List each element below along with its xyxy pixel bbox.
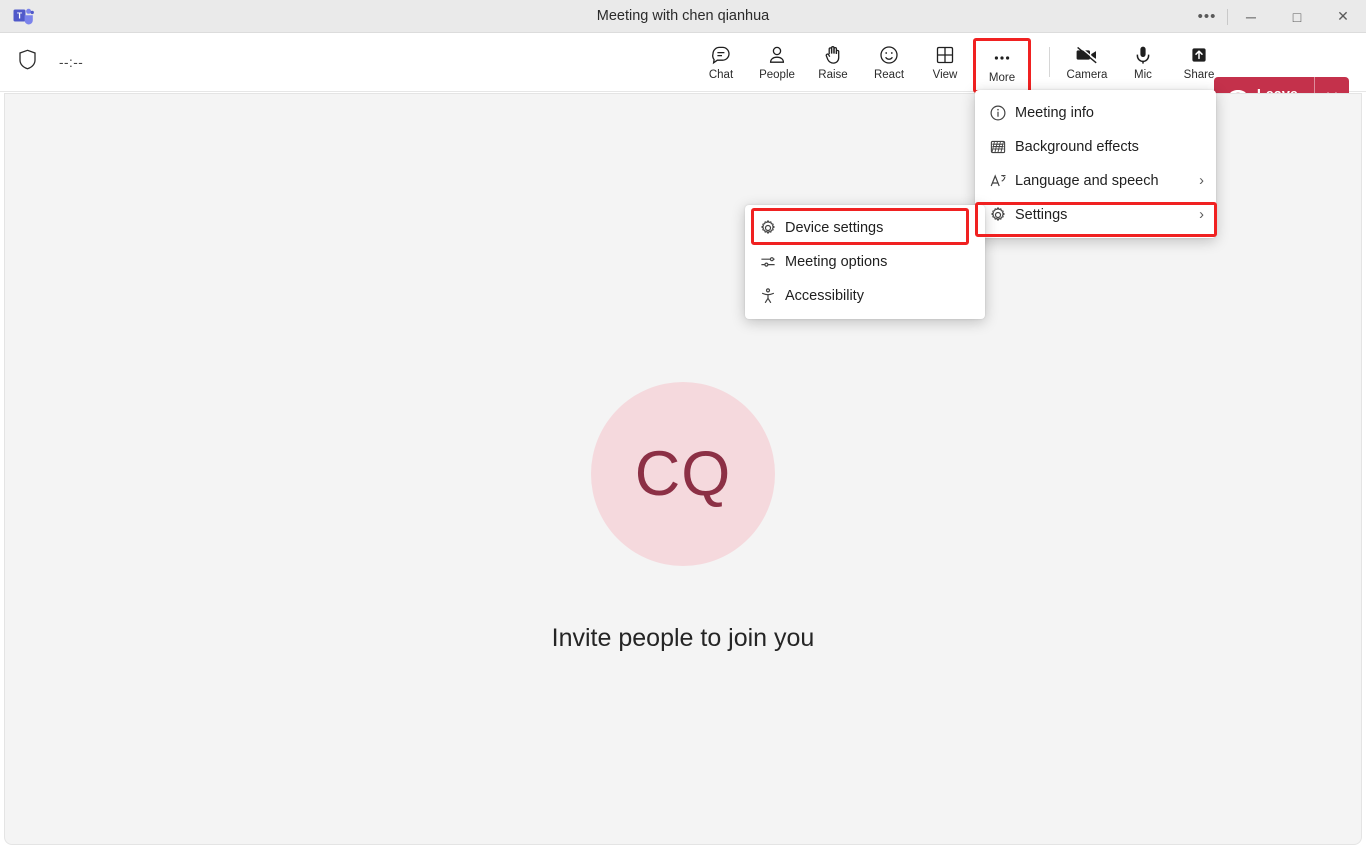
info-circle-icon: [989, 104, 1015, 122]
more-menu: Meeting info Background effects Language…: [975, 90, 1216, 238]
accessibility-icon: [759, 287, 785, 305]
menu-label-meeting-info: Meeting info: [1015, 105, 1094, 121]
toolbar-button-chat[interactable]: Chat: [693, 38, 749, 87]
shield-icon[interactable]: [18, 49, 37, 75]
toolbar-label-more: More: [988, 72, 1016, 84]
toolbar-label-camera: Camera: [1066, 69, 1108, 81]
meeting-status-group: --:--: [18, 49, 83, 75]
avatar-initials: CQ: [634, 439, 732, 509]
window-more-options-button[interactable]: •••: [1187, 0, 1227, 33]
toolbar-label-chat: Chat: [708, 69, 734, 81]
settings-submenu: Device settings Meeting options Accessib…: [745, 205, 985, 319]
window-title-bar: T Meeting with chen qianhua ••• ─ □ ✕: [0, 0, 1366, 33]
menu-item-settings[interactable]: Settings ›: [975, 198, 1216, 232]
menu-label-background-effects: Background effects: [1015, 139, 1139, 155]
mic-icon: [1132, 44, 1154, 66]
menu-item-accessibility[interactable]: Accessibility: [745, 279, 985, 313]
meeting-action-bar: --:-- Chat People Raise React View More …: [0, 33, 1366, 124]
toolbar-label-people: People: [759, 69, 795, 81]
menu-label-language-and-speech: Language and speech: [1015, 173, 1159, 189]
gear-icon: [989, 206, 1015, 224]
toolbar-label-view: View: [932, 69, 958, 81]
toolbar-label-raise: Raise: [818, 69, 848, 81]
chevron-right-icon: ›: [1199, 207, 1204, 223]
toolbar-button-view[interactable]: View: [917, 38, 973, 87]
menu-label-accessibility: Accessibility: [785, 288, 864, 304]
toolbar-button-more[interactable]: More: [973, 38, 1031, 93]
window-close-button[interactable]: ✕: [1320, 0, 1366, 33]
menu-item-language-and-speech[interactable]: Language and speech ›: [975, 164, 1216, 198]
menu-item-device-settings[interactable]: Device settings: [745, 211, 985, 245]
svg-text:T: T: [16, 10, 22, 20]
teams-logo: T: [12, 6, 34, 28]
chevron-right-icon: ›: [1199, 173, 1204, 189]
menu-label-device-settings: Device settings: [785, 220, 884, 236]
sliders-icon: [759, 253, 785, 271]
toolbar-button-raise[interactable]: Raise: [805, 38, 861, 87]
view-grid-icon: [934, 44, 956, 66]
device-toolbar: Camera Mic Share: [1040, 38, 1227, 87]
toolbar-button-mic[interactable]: Mic: [1115, 38, 1171, 87]
meeting-timer: --:--: [59, 54, 84, 70]
menu-item-meeting-info[interactable]: Meeting info: [975, 96, 1216, 130]
camera-off-icon: [1075, 44, 1099, 66]
avatar: CQ: [591, 382, 775, 566]
center-toolbar: Chat People Raise React View More: [693, 38, 1031, 93]
background-effects-icon: [989, 138, 1015, 156]
toolbar-label-react: React: [873, 69, 905, 81]
toolbar-label-share: Share: [1183, 69, 1215, 81]
window-title: Meeting with chen qianhua: [596, 7, 770, 24]
toolbar-button-people[interactable]: People: [749, 38, 805, 87]
more-ellipsis-icon: [991, 47, 1013, 69]
toolbar-divider: [1049, 47, 1050, 77]
invite-people-message: Invite people to join you: [551, 624, 815, 652]
share-up-arrow-icon: [1188, 44, 1210, 66]
window-controls: ••• ─ □ ✕: [1187, 0, 1366, 33]
raise-hand-icon: [822, 44, 844, 66]
people-icon: [766, 44, 788, 66]
react-smiley-icon: [878, 44, 900, 66]
menu-label-meeting-options: Meeting options: [785, 254, 888, 270]
window-minimize-button[interactable]: ─: [1228, 0, 1274, 33]
menu-item-background-effects[interactable]: Background effects: [975, 130, 1216, 164]
toolbar-button-camera[interactable]: Camera: [1059, 38, 1115, 87]
toolbar-label-mic: Mic: [1134, 69, 1152, 81]
language-translate-icon: [989, 172, 1015, 190]
menu-label-settings: Settings: [1015, 207, 1068, 223]
toolbar-button-react[interactable]: React: [861, 38, 917, 87]
chat-icon: [710, 44, 732, 66]
menu-item-meeting-options[interactable]: Meeting options: [745, 245, 985, 279]
window-maximize-button[interactable]: □: [1274, 0, 1320, 33]
gear-icon: [759, 219, 785, 237]
